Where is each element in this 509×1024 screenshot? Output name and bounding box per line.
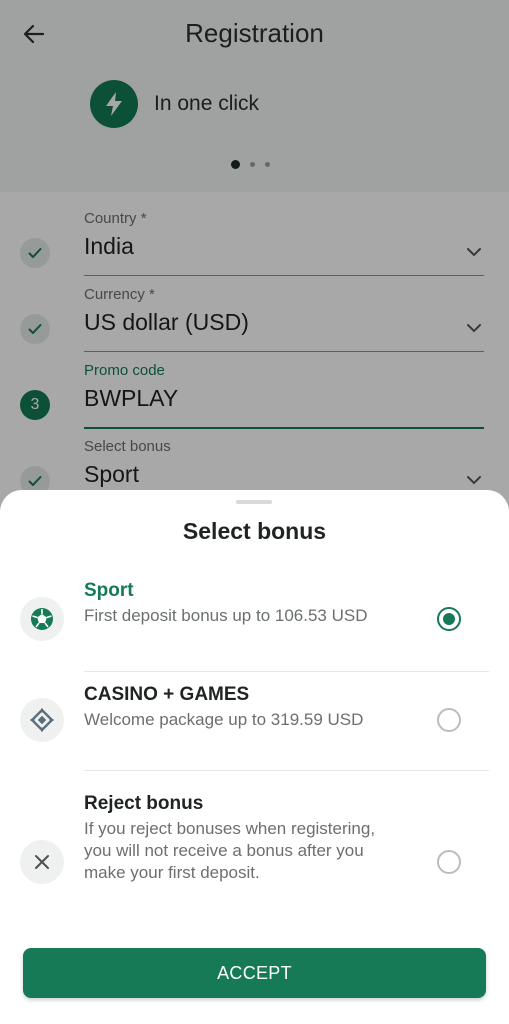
reject-option-text: Reject bonus If you reject bonuses when … xyxy=(84,793,384,884)
bonus-option-casino[interactable]: CASINO + GAMES Welcome package up to 319… xyxy=(0,672,509,770)
sport-option-title: Sport xyxy=(84,580,134,601)
casino-radio[interactable] xyxy=(437,708,461,732)
casino-option-title: CASINO + GAMES xyxy=(84,684,250,705)
reject-radio[interactable] xyxy=(437,850,461,874)
select-bonus-sheet: Select bonus Sport First deposit bonus u… xyxy=(0,490,509,1024)
bonus-option-reject[interactable]: Reject bonus If you reject bonuses when … xyxy=(0,771,509,921)
casino-option-text: CASINO + GAMES Welcome package up to 319… xyxy=(84,684,404,731)
casino-chip-icon xyxy=(20,698,64,742)
casino-option-desc: Welcome package up to 319.59 USD xyxy=(84,710,364,729)
soccer-ball-icon xyxy=(20,597,64,641)
sport-option-desc: First deposit bonus up to 106.53 USD xyxy=(84,606,368,625)
close-icon xyxy=(20,840,64,884)
sport-option-text: Sport First deposit bonus up to 106.53 U… xyxy=(84,580,404,627)
reject-option-desc: If you reject bonuses when registering, … xyxy=(84,819,376,882)
bonus-option-sport[interactable]: Sport First deposit bonus up to 106.53 U… xyxy=(0,570,509,670)
sheet-title: Select bonus xyxy=(182,518,327,544)
accept-button[interactable]: ACCEPT xyxy=(23,948,486,998)
reject-option-title: Reject bonus xyxy=(84,793,204,814)
sport-radio[interactable] xyxy=(437,607,461,631)
sheet-drag-handle[interactable] xyxy=(236,500,272,504)
